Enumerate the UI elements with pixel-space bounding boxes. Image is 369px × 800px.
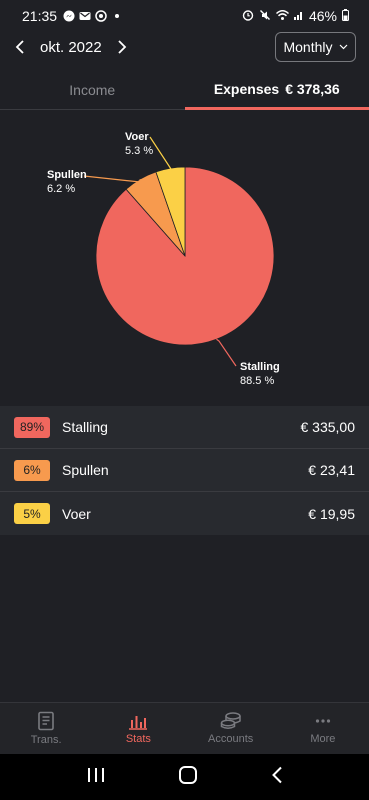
chevron-down-icon [339, 44, 347, 50]
category-name: Voer [62, 505, 91, 522]
more-notifications-icon [115, 14, 120, 18]
percent-badge: 5% [14, 503, 50, 524]
alarm-icon [242, 8, 254, 24]
pie-chart-svg: Stalling 88.5 % Spullen 6.2 % Voer 5.3 % [47, 131, 280, 387]
tab-income[interactable]: Income [0, 70, 185, 110]
home-icon [178, 765, 197, 784]
pie-leader-line-voer [149, 136, 172, 170]
pie-leader-line-stalling [216, 338, 237, 367]
mute-icon [259, 8, 271, 24]
period-header: okt. 2022 Monthly [0, 32, 369, 62]
coins-icon [220, 712, 241, 729]
mail-icon [79, 10, 91, 22]
list-item[interactable]: 89% Stalling € 335,00 [0, 406, 369, 449]
battery-icon [342, 8, 349, 24]
notification-icons [63, 10, 120, 22]
whatsapp-icon [95, 10, 107, 22]
more-icon [315, 719, 330, 723]
expense-pie-chart: Stalling 88.5 % Spullen 6.2 % Voer 5.3 % [0, 111, 369, 394]
back-icon [271, 766, 282, 783]
home-button[interactable] [178, 765, 198, 790]
type-tabs: Income Expenses € 378,36 [0, 70, 369, 110]
back-button[interactable] [271, 766, 283, 789]
category-amount: € 23,41 [308, 462, 355, 478]
recent-apps-icon [87, 767, 104, 782]
pie-label-voer: Voer [125, 131, 149, 143]
book-icon [38, 711, 54, 731]
category-amount: € 335,00 [300, 419, 356, 435]
status-right: 46% [242, 8, 349, 24]
category-name: Stalling [62, 419, 108, 435]
bottom-navigation: Trans. Stats Accounts More [0, 702, 369, 754]
pie-value-voer: 5.3 % [125, 145, 153, 157]
view-mode-dropdown[interactable]: Monthly [275, 32, 356, 62]
nav-trans-label: Trans. [30, 734, 62, 746]
pie-label-stalling: Stalling [240, 361, 280, 373]
status-bar: 21:35 46% [0, 0, 369, 32]
status-time: 21:35 [22, 8, 58, 24]
previous-month-button[interactable] [6, 33, 34, 61]
category-amount: € 19,95 [308, 505, 355, 522]
tab-expenses-amount: € 378,36 [285, 80, 340, 97]
percent-badge: 6% [14, 459, 50, 481]
chevron-left-icon [15, 40, 24, 54]
category-list: 89% Stalling € 335,00 6% Spullen € 23,41… [0, 406, 369, 535]
nav-stats[interactable]: Stats [92, 703, 184, 754]
signal-icon [293, 8, 304, 24]
nav-trans[interactable]: Trans. [0, 703, 92, 754]
period-label[interactable]: okt. 2022 [40, 39, 102, 56]
pie-value-stalling: 88.5 % [240, 375, 274, 387]
next-month-button[interactable] [108, 33, 136, 61]
list-item[interactable]: 5% Voer € 19,95 [0, 492, 369, 535]
nav-more[interactable]: More [277, 703, 369, 754]
pie-label-spullen: Spullen [47, 169, 87, 181]
percent-badge: 89% [14, 416, 50, 438]
messenger-icon [63, 10, 75, 22]
battery-level: 46% [308, 8, 337, 24]
pie-value-spullen: 6.2 % [47, 183, 75, 195]
view-mode-label: Monthly [283, 39, 333, 55]
nav-more-label: More [310, 733, 336, 745]
tab-expenses[interactable]: Expenses € 378,36 [184, 70, 369, 110]
pie-leader-line-spullen [83, 175, 141, 183]
wifi-icon [275, 8, 289, 24]
chevron-right-icon [118, 40, 126, 54]
tab-income-label: Income [69, 81, 116, 98]
nav-stats-label: Stats [125, 733, 151, 745]
tab-expenses-label: Expenses [213, 80, 280, 97]
bar-chart-icon [129, 716, 148, 730]
list-item[interactable]: 6% Spullen € 23,41 [0, 449, 369, 492]
system-navigation-bar [0, 754, 369, 800]
nav-accounts-label: Accounts [208, 733, 254, 745]
category-name: Spullen [62, 462, 109, 478]
recent-apps-button[interactable] [87, 767, 105, 788]
nav-accounts[interactable]: Accounts [185, 703, 277, 754]
